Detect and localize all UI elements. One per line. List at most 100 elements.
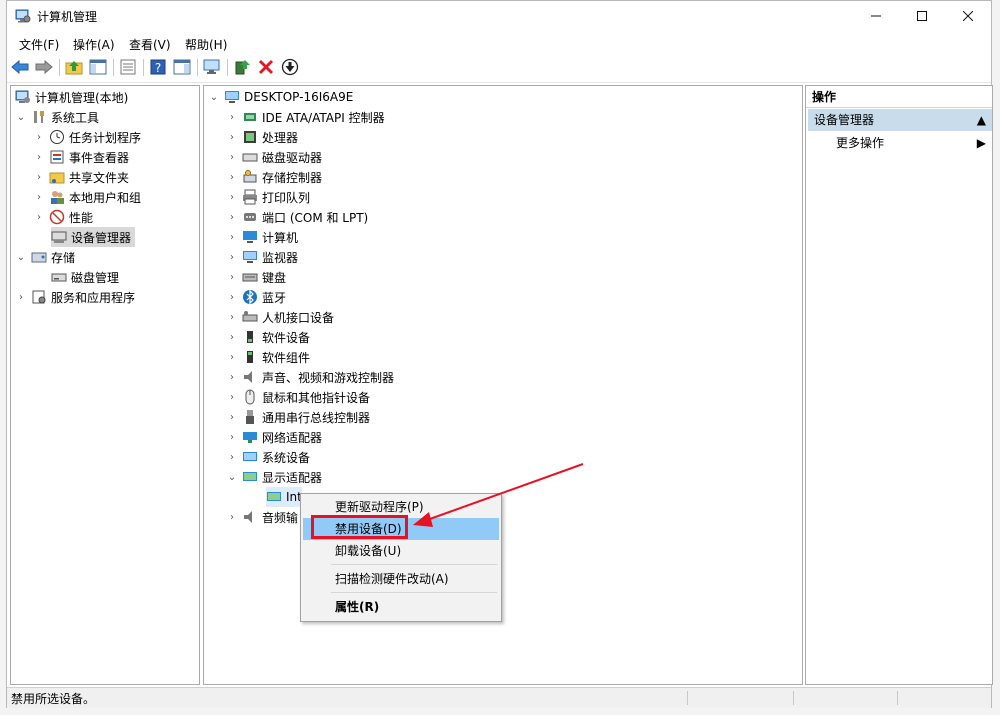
maximize-button[interactable]: [899, 1, 945, 31]
chevron-right-icon[interactable]: ›: [226, 291, 238, 303]
chevron-right-icon[interactable]: ›: [226, 371, 238, 383]
device-tree-pane: ⌄ DESKTOP-16I6A9E › IDE ATA/ATAPI 控制器 › 处理器 › 磁…: [203, 85, 803, 685]
chevron-right-icon[interactable]: ›: [226, 171, 238, 183]
device-category-row[interactable]: › 声音、视频和游戏控制器: [226, 367, 394, 387]
red-x-icon: [258, 59, 274, 75]
desktop-background-bottom: [0, 708, 1000, 715]
device-category-row[interactable]: › 监视器: [226, 247, 298, 267]
actions-section-device-manager[interactable]: 设备管理器 ▲: [808, 109, 992, 131]
maximize-icon: [917, 11, 927, 21]
chevron-down-icon[interactable]: ⌄: [208, 91, 220, 103]
device-category-row[interactable]: › 打印队列: [226, 187, 310, 207]
computer-icon: [224, 89, 240, 105]
back-button[interactable]: [11, 58, 29, 76]
menu-file[interactable]: 文件(F): [13, 36, 65, 53]
menu-scan-hardware[interactable]: 扫描检测硬件改动(A): [303, 568, 499, 590]
export-list-button[interactable]: [119, 58, 137, 76]
chevron-right-icon[interactable]: ›: [226, 451, 238, 463]
device-category-row[interactable]: ⌄ 显示适配器: [226, 467, 322, 487]
device-category-label: 人机接口设备: [262, 310, 335, 325]
chevron-right-icon[interactable]: ›: [226, 211, 238, 223]
chevron-right-icon[interactable]: ›: [226, 391, 238, 403]
console-tree-icon: [89, 59, 107, 75]
up-level-button[interactable]: [65, 58, 83, 76]
chevron-right-icon[interactable]: ›: [33, 131, 45, 143]
chevron-right-icon[interactable]: ›: [15, 291, 27, 303]
device-category-label: 声音、视频和游戏控制器: [262, 370, 395, 385]
device-category-row[interactable]: › 处理器: [226, 127, 298, 147]
device-category-row[interactable]: › 磁盘驱动器: [226, 147, 322, 167]
update-driver-button[interactable]: [233, 58, 251, 76]
tree-item-device-manager[interactable]: 设备管理器: [51, 227, 136, 247]
device-category-row[interactable]: › 端口 (COM 和 LPT): [226, 207, 368, 227]
chevron-right-icon[interactable]: ›: [226, 191, 238, 203]
chevron-right-icon[interactable]: ›: [226, 251, 238, 263]
processor-icon: [242, 129, 258, 145]
tree-item-services-apps[interactable]: › 服务和应用程序: [15, 287, 135, 307]
chevron-right-icon[interactable]: ›: [226, 331, 238, 343]
chevron-down-icon[interactable]: ⌄: [15, 251, 27, 263]
menu-properties[interactable]: 属性(R): [303, 596, 499, 618]
tree-item-task-scheduler[interactable]: › 任务计划程序: [33, 127, 141, 147]
tree-item-disk-management[interactable]: 磁盘管理: [51, 267, 119, 287]
display-adapter-icon: [242, 469, 258, 485]
tree-item-storage[interactable]: ⌄ 存储: [15, 247, 75, 267]
device-category-row[interactable]: › 软件设备: [226, 327, 310, 347]
properties-pane-button[interactable]: [173, 58, 191, 76]
chevron-right-icon[interactable]: ›: [226, 131, 238, 143]
device-category-row[interactable]: › 蓝牙: [226, 287, 286, 307]
device-category-row[interactable]: › 网络适配器: [226, 427, 322, 447]
help-button[interactable]: ?: [149, 58, 167, 76]
more-actions-item[interactable]: 更多操作 ▶: [836, 134, 986, 152]
device-category-row[interactable]: › 键盘: [226, 267, 286, 287]
tree-label: 事件查看器: [69, 150, 130, 165]
chevron-right-icon[interactable]: ›: [226, 351, 238, 363]
disable-device-button[interactable]: [281, 58, 299, 76]
forward-button[interactable]: [35, 58, 53, 76]
annotation-arrow-icon: [413, 463, 584, 527]
chevron-right-icon[interactable]: ›: [226, 411, 238, 423]
tree-item-system-tools[interactable]: ⌄ 系统工具: [15, 107, 99, 127]
tree-item-local-users[interactable]: › 本地用户和组: [33, 187, 141, 207]
device-tree-root[interactable]: ⌄ DESKTOP-16I6A9E: [208, 87, 354, 107]
menu-view[interactable]: 查看(V): [123, 36, 177, 53]
chevron-right-icon[interactable]: ›: [226, 511, 238, 523]
device-category-row[interactable]: › 存储控制器: [226, 167, 322, 187]
tree-label: 本地用户和组: [69, 190, 142, 205]
chevron-right-icon[interactable]: ›: [226, 111, 238, 123]
device-category-row[interactable]: › 人机接口设备: [226, 307, 334, 327]
shared-folder-icon: [49, 169, 65, 185]
uninstall-button[interactable]: [257, 58, 275, 76]
display-adapter-device[interactable]: Int: [266, 487, 302, 507]
tree-item-shared-folders[interactable]: › 共享文件夹: [33, 167, 129, 187]
chevron-right-icon[interactable]: ›: [226, 231, 238, 243]
chevron-right-icon[interactable]: ›: [33, 171, 45, 183]
device-category-row[interactable]: › 鼠标和其他指针设备: [226, 387, 370, 407]
menu-uninstall-device[interactable]: 卸载设备(U): [303, 540, 499, 562]
minimize-button[interactable]: [853, 1, 899, 31]
close-button[interactable]: [945, 1, 991, 31]
chevron-right-icon[interactable]: ›: [33, 211, 45, 223]
device-category-row[interactable]: › 计算机: [226, 227, 298, 247]
collapse-up-icon[interactable]: ▲: [977, 109, 986, 131]
chevron-right-icon[interactable]: ›: [33, 191, 45, 203]
chevron-down-icon[interactable]: ⌄: [15, 111, 27, 123]
tree-item-performance[interactable]: › 性能: [33, 207, 93, 227]
device-category-row-audio[interactable]: › 音频输: [226, 507, 298, 527]
device-category-row[interactable]: › 软件组件: [226, 347, 310, 367]
device-category-row[interactable]: › 通用串行总线控制器: [226, 407, 370, 427]
chevron-right-icon[interactable]: ›: [226, 311, 238, 323]
chevron-right-icon[interactable]: ›: [226, 431, 238, 443]
scan-hardware-button[interactable]: [203, 58, 221, 76]
chevron-right-icon[interactable]: ›: [33, 151, 45, 163]
chevron-right-icon[interactable]: ›: [226, 271, 238, 283]
menu-action[interactable]: 操作(A): [67, 36, 121, 53]
menu-help[interactable]: 帮助(H): [179, 36, 233, 53]
device-category-row[interactable]: › IDE ATA/ATAPI 控制器: [226, 107, 385, 127]
tree-item-root[interactable]: 计算机管理(本地): [15, 87, 128, 107]
tree-item-event-viewer[interactable]: › 事件查看器: [33, 147, 129, 167]
chevron-down-icon[interactable]: ⌄: [226, 471, 238, 483]
chevron-right-icon[interactable]: ›: [226, 151, 238, 163]
device-category-row[interactable]: › 系统设备: [226, 447, 310, 467]
show-hide-tree-button[interactable]: [89, 58, 107, 76]
